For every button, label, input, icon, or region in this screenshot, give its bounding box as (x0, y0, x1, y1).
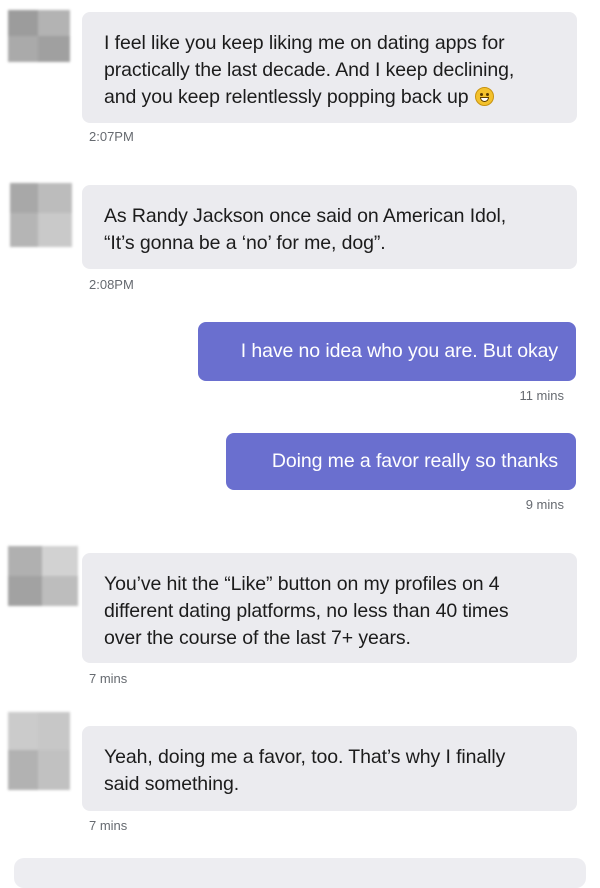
outgoing-message-bubble[interactable]: I have no idea who you are. But okay (198, 322, 576, 381)
message-timestamp: 9 mins (525, 497, 564, 512)
message-text: Doing me a favor really so thanks (271, 450, 558, 472)
message-thread: I feel like you keep liking me on dating… (0, 0, 600, 888)
message-text: over the course of the last 7+ years. (104, 627, 411, 649)
message-text: I feel like you keep liking me on dating… (104, 32, 505, 54)
message-timestamp: 7 mins (89, 818, 128, 833)
avatar[interactable] (8, 10, 70, 62)
incoming-message-bubble[interactable]: As Randy Jackson once said on American I… (82, 185, 577, 269)
avatar[interactable] (8, 712, 70, 790)
message-text: different dating platforms, no less than… (104, 600, 509, 622)
message-timestamp: 11 mins (519, 388, 564, 403)
message-text: As Randy Jackson once said on American I… (104, 205, 507, 227)
avatar[interactable] (8, 546, 78, 606)
message-text: practically the last decade. And I keep … (104, 59, 515, 81)
message-timestamp: 7 mins (89, 671, 128, 686)
message-text: “It’s gonna be a ‘no’ for me, dog”. (104, 232, 386, 254)
message-timestamp: 2:07PM (89, 129, 134, 144)
message-timestamp: 2:08PM (89, 277, 134, 292)
avatar[interactable] (10, 183, 72, 247)
message-text: and you keep relentlessly popping back u… (104, 86, 469, 108)
message-text: I have no idea who you are. But okay (240, 340, 558, 362)
message-text: You’ve hit the “Like” button on my profi… (104, 573, 500, 595)
message-text: Yeah, doing me a favor, too. That’s why … (104, 746, 506, 768)
incoming-message-bubble[interactable]: You’ve hit the “Like” button on my profi… (82, 553, 577, 663)
incoming-message-bubble[interactable]: Yeah, doing me a favor, too. That’s why … (82, 726, 577, 811)
grinning-sweat-emoji-icon (474, 87, 494, 106)
outgoing-message-bubble[interactable]: Doing me a favor really so thanks (226, 433, 576, 490)
message-text: said something. (104, 773, 240, 795)
incoming-message-bubble[interactable]: I feel like you keep liking me on dating… (82, 12, 577, 123)
next-message-bubble[interactable] (14, 858, 586, 888)
